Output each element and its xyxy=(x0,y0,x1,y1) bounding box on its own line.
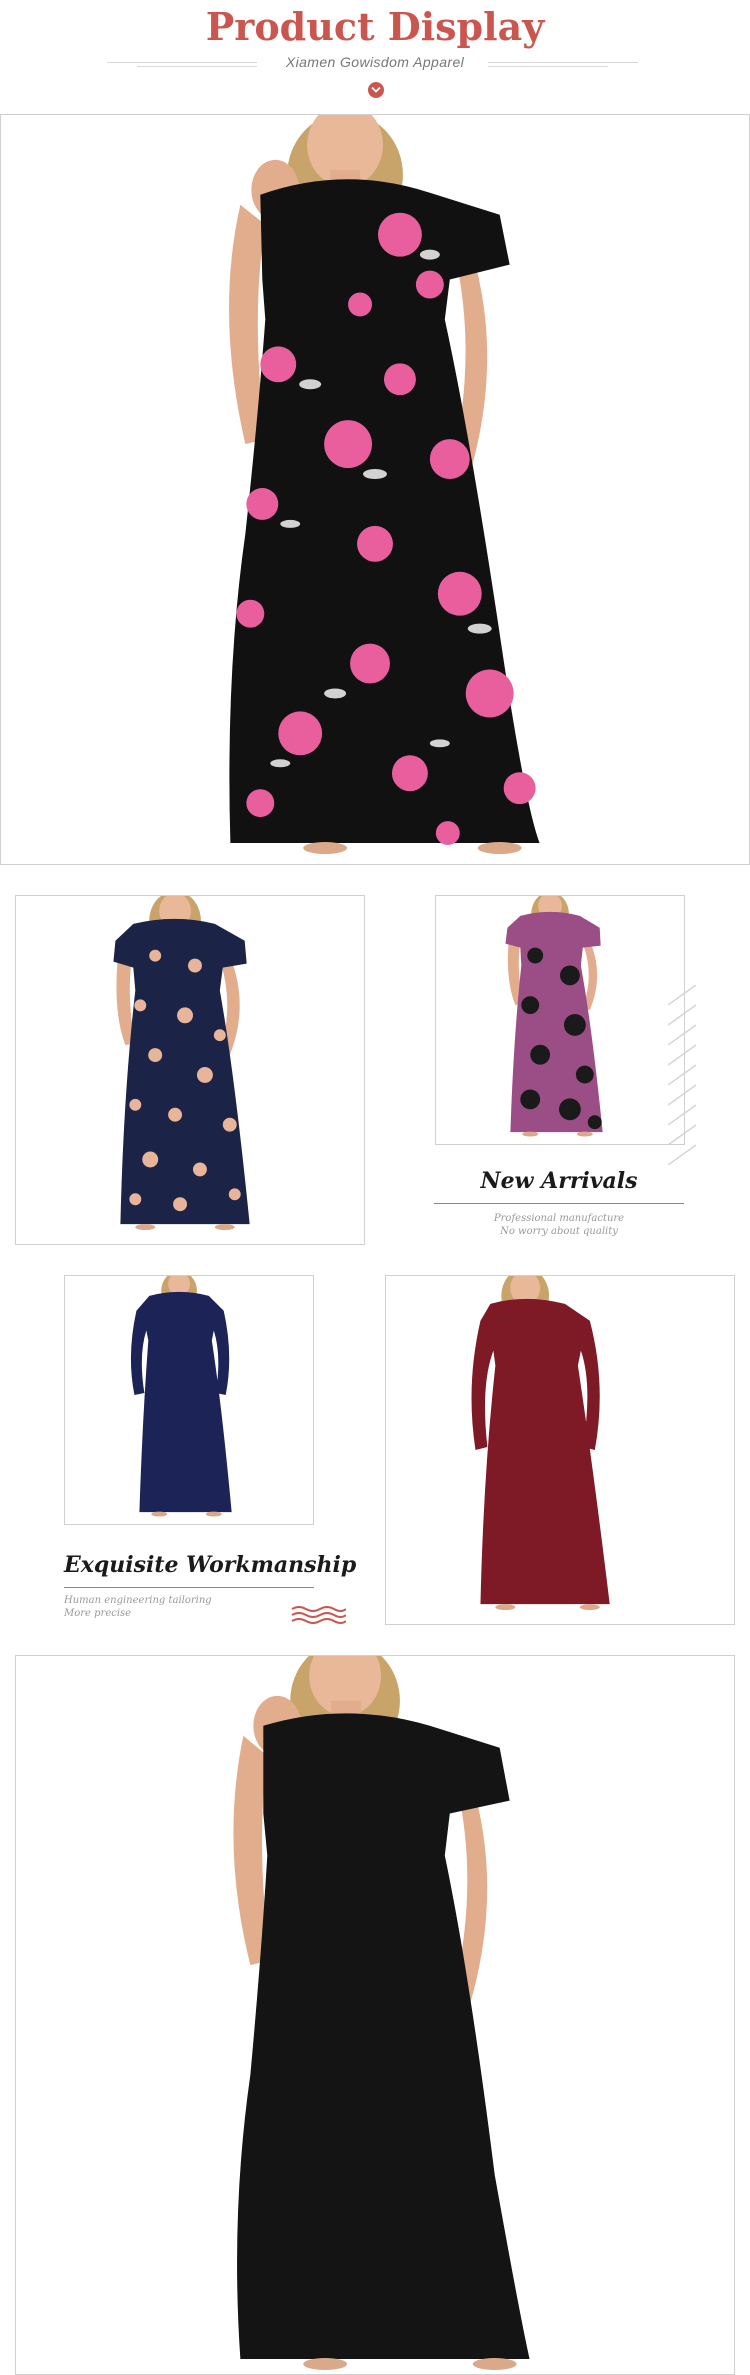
product-image-navy-floral-dress[interactable] xyxy=(15,895,365,1245)
divider-line xyxy=(488,62,638,63)
divider-line xyxy=(488,66,608,67)
diagonal-hatch-decoration xyxy=(668,985,696,1165)
workmanship-line-1: Human engineering tailoring xyxy=(64,1595,212,1606)
section-header: Product Display Xiamen Gowisdom Apparel xyxy=(0,0,750,110)
dress-illustration xyxy=(130,1276,232,1517)
dress-illustration xyxy=(113,896,250,1231)
workmanship-heading: Exquisite Workmanship xyxy=(64,1552,357,1578)
new-arrivals-line-2: No worry about quality xyxy=(500,1226,618,1237)
product-image-black-plain-dress[interactable] xyxy=(15,1655,735,2375)
dress-illustration xyxy=(229,115,540,855)
new-arrivals-heading: New Arrivals xyxy=(480,1168,638,1194)
chevron-down-icon[interactable] xyxy=(368,82,384,98)
product-image-purple-floral-dress[interactable] xyxy=(435,895,685,1145)
new-arrivals-line-1: Professional manufacture xyxy=(493,1213,625,1224)
page-title: Product Display xyxy=(205,4,545,49)
workmanship-line-2: More precise xyxy=(64,1608,132,1619)
divider-line xyxy=(64,1587,314,1588)
product-image-black-floral-dress[interactable] xyxy=(0,114,750,865)
product-image-navy-long-sleeve-dress[interactable] xyxy=(64,1275,314,1525)
wave-decoration-icon xyxy=(291,1606,346,1624)
product-image-wine-long-sleeve-dress[interactable] xyxy=(385,1275,735,1625)
dress-illustration xyxy=(233,1656,530,2371)
dress-illustration xyxy=(471,1276,610,1611)
divider-line xyxy=(434,1203,684,1204)
dress-illustration xyxy=(505,896,603,1137)
